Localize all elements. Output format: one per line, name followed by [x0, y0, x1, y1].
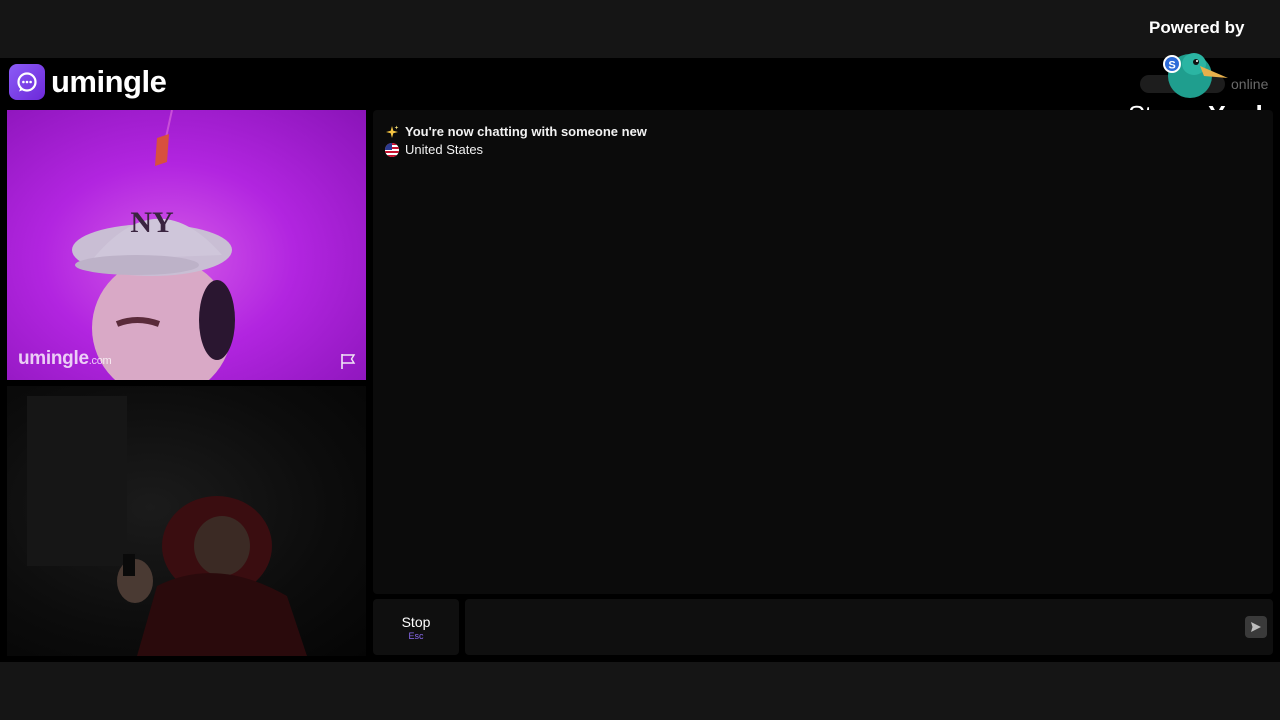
top-letterbox [0, 0, 1280, 58]
self-video-frame [27, 396, 307, 656]
report-flag-icon[interactable] [339, 352, 357, 370]
stranger-video-frame: NY [72, 110, 235, 380]
stranger-video: NY umingle.com [7, 110, 366, 380]
stranger-country: United States [385, 142, 483, 157]
svg-text:NY: NY [130, 206, 174, 239]
watermark-suffix: .com [88, 355, 112, 367]
stop-shortcut-hint: Esc [408, 630, 424, 641]
send-button[interactable] [1245, 616, 1267, 638]
self-video [7, 386, 366, 656]
system-message-text: You're now chatting with someone new [405, 124, 647, 139]
chat-panel: You're now chatting with someone new Uni… [373, 110, 1273, 594]
video-watermark: umingle.com [18, 348, 112, 370]
chat-bubble-icon [9, 64, 45, 100]
us-flag-icon [385, 142, 399, 157]
svg-text:S: S [1168, 60, 1175, 72]
brand-name: umingle [51, 64, 167, 99]
sparkles-icon [386, 125, 399, 138]
streamyard-duck-icon: S [1163, 53, 1228, 98]
stop-button[interactable]: Stop Esc [373, 599, 459, 655]
send-arrow-icon [1251, 622, 1261, 632]
online-label: online [1231, 76, 1269, 92]
bottom-letterbox [0, 662, 1280, 720]
system-message: You're now chatting with someone new [385, 124, 647, 139]
country-name: United States [405, 142, 484, 157]
message-input[interactable] [465, 599, 1273, 655]
stop-button-label: Stop [401, 613, 431, 630]
powered-by-label: Powered by [1149, 18, 1245, 37]
brand[interactable]: umingle [9, 64, 167, 100]
watermark-name: umingle [18, 348, 89, 369]
